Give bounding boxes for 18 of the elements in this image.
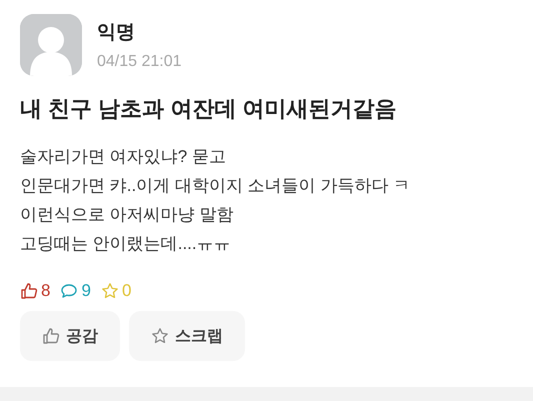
thumbs-up-icon — [20, 282, 38, 300]
thumbs-up-icon — [42, 327, 60, 345]
like-count: 8 — [41, 281, 50, 301]
post-time: 04/15 21:01 — [97, 53, 182, 71]
post-title: 내 친구 남초과 여잔데 여미새된거같음 — [20, 95, 398, 123]
speech-bubble-icon — [60, 282, 78, 300]
post-text-line: 고딩때는 안이랬는데....ㅠㅠ — [20, 233, 231, 255]
post-text-line: 인문대가면 캬..이게 대학이지 소녀들이 가득하다 ㅋ — [20, 175, 410, 197]
star-icon — [100, 282, 119, 300]
avatar-icon — [20, 14, 82, 76]
author-name: 익명 — [97, 21, 136, 45]
star-icon — [151, 327, 169, 345]
comment-count: 9 — [81, 281, 91, 301]
scrap-count: 0 — [122, 281, 132, 301]
post-text-line: 술자리가면 여자있냐? 묻고 — [20, 146, 226, 168]
scrap-button[interactable]: 스크랩 — [129, 311, 245, 361]
post-text-line: 이런식으로 아저씨마냥 말함 — [20, 204, 234, 226]
like-button[interactable]: 공감 — [20, 311, 120, 361]
